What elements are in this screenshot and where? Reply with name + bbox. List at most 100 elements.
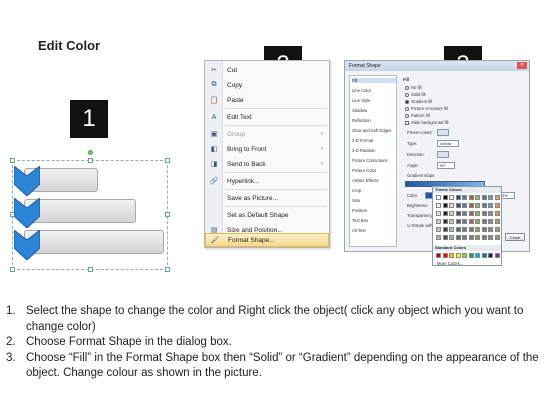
nav-item[interactable]: Size bbox=[352, 198, 360, 203]
color-swatch[interactable] bbox=[468, 211, 474, 216]
color-swatch[interactable] bbox=[475, 227, 480, 232]
rotate-handle[interactable] bbox=[88, 150, 93, 155]
angle-input[interactable]: 90° bbox=[437, 162, 455, 169]
color-swatch[interactable] bbox=[449, 227, 454, 232]
color-swatch[interactable] bbox=[455, 203, 461, 208]
more-colors-link[interactable]: More Colors... bbox=[437, 261, 463, 266]
menu-item-copy[interactable]: ⧉ Copy bbox=[205, 78, 329, 92]
color-swatch[interactable] bbox=[462, 219, 467, 224]
color-swatch[interactable] bbox=[449, 235, 454, 240]
color-swatch[interactable] bbox=[481, 219, 487, 224]
nav-item[interactable]: Artistic Effects bbox=[352, 178, 378, 183]
color-swatch[interactable] bbox=[442, 195, 448, 200]
color-swatch[interactable] bbox=[462, 253, 467, 258]
color-swatch[interactable] bbox=[475, 211, 480, 216]
color-swatch[interactable] bbox=[494, 219, 500, 224]
color-swatch[interactable] bbox=[488, 219, 493, 224]
color-swatch[interactable] bbox=[488, 227, 493, 232]
fill-option-picture[interactable]: Picture or texture fill bbox=[405, 106, 448, 111]
color-swatch[interactable] bbox=[436, 235, 441, 240]
menu-item-send-to-back[interactable]: ◨ Send to Back › bbox=[205, 157, 329, 171]
resize-handle[interactable] bbox=[88, 158, 93, 163]
close-button[interactable]: Close bbox=[505, 233, 525, 241]
menu-item-format-shape[interactable]: 🖌 Format Shape... bbox=[205, 233, 329, 247]
nav-item[interactable]: Line Style bbox=[352, 98, 370, 103]
color-swatch[interactable] bbox=[475, 195, 480, 200]
color-swatch[interactable] bbox=[455, 195, 461, 200]
menu-item-paste[interactable]: 📋 Paste bbox=[205, 93, 329, 107]
resize-handle[interactable] bbox=[10, 158, 15, 163]
nav-item[interactable]: 3-D Rotation bbox=[352, 148, 376, 153]
color-swatch[interactable] bbox=[442, 211, 448, 216]
color-swatch[interactable] bbox=[449, 219, 454, 224]
chevron-arrow-2[interactable] bbox=[14, 198, 40, 228]
color-swatch[interactable] bbox=[455, 211, 461, 216]
color-swatch[interactable] bbox=[436, 211, 441, 216]
nav-item[interactable]: Line Color bbox=[352, 88, 371, 93]
color-swatch[interactable] bbox=[462, 203, 467, 208]
color-swatch[interactable] bbox=[436, 227, 441, 232]
color-swatch[interactable] bbox=[475, 203, 480, 208]
color-swatch[interactable] bbox=[468, 235, 474, 240]
color-swatch[interactable] bbox=[494, 227, 500, 232]
color-swatch[interactable] bbox=[436, 253, 441, 258]
color-swatch[interactable] bbox=[481, 227, 487, 232]
color-swatch[interactable] bbox=[468, 203, 474, 208]
color-swatch[interactable] bbox=[481, 235, 487, 240]
resize-handle[interactable] bbox=[165, 267, 170, 272]
color-swatch[interactable] bbox=[442, 219, 448, 224]
type-dropdown[interactable]: Linear bbox=[437, 140, 459, 147]
close-icon[interactable]: ✕ bbox=[517, 62, 527, 69]
bar-shape-2[interactable] bbox=[24, 199, 136, 223]
nav-item[interactable]: Picture Color bbox=[352, 168, 376, 173]
color-swatch[interactable] bbox=[488, 235, 493, 240]
fill-option-slide-bg[interactable]: Slide background fill bbox=[405, 120, 448, 125]
color-swatch[interactable] bbox=[436, 203, 441, 208]
nav-item[interactable]: Crop bbox=[352, 188, 361, 193]
nav-item[interactable]: 3-D Format bbox=[352, 138, 373, 143]
color-swatch[interactable] bbox=[468, 195, 474, 200]
color-swatch[interactable] bbox=[475, 235, 480, 240]
color-swatch[interactable] bbox=[449, 203, 454, 208]
color-swatch[interactable] bbox=[436, 195, 441, 200]
bar-shape-3[interactable] bbox=[24, 230, 164, 254]
color-swatch[interactable] bbox=[455, 219, 461, 224]
color-swatch[interactable] bbox=[442, 253, 448, 258]
color-swatch[interactable] bbox=[494, 195, 500, 200]
resize-handle[interactable] bbox=[165, 158, 170, 163]
menu-item-set-default-shape[interactable]: Set as Default Shape bbox=[205, 208, 329, 222]
color-swatch[interactable] bbox=[449, 253, 454, 258]
resize-handle[interactable] bbox=[88, 267, 93, 272]
color-swatch[interactable] bbox=[455, 227, 461, 232]
color-swatch[interactable] bbox=[488, 195, 493, 200]
color-swatch[interactable] bbox=[481, 253, 487, 258]
color-swatch[interactable] bbox=[462, 227, 467, 232]
color-swatch[interactable] bbox=[494, 235, 500, 240]
color-swatch[interactable] bbox=[494, 211, 500, 216]
direction-dropdown[interactable] bbox=[437, 151, 449, 158]
resize-handle[interactable] bbox=[165, 212, 170, 217]
fill-option-gradient[interactable]: Gradient fill bbox=[405, 99, 432, 104]
color-swatch[interactable] bbox=[442, 203, 448, 208]
menu-item-cut[interactable]: ✂ Cut bbox=[205, 63, 329, 77]
color-swatch[interactable] bbox=[436, 219, 441, 224]
color-swatch[interactable] bbox=[449, 211, 454, 216]
resize-handle[interactable] bbox=[10, 267, 15, 272]
menu-item-bring-to-front[interactable]: ◧ Bring to Front › bbox=[205, 142, 329, 156]
preset-colors-dropdown[interactable] bbox=[437, 129, 449, 136]
chevron-arrow-1[interactable] bbox=[14, 166, 40, 196]
nav-item[interactable]: Shadow bbox=[352, 108, 367, 113]
color-swatch[interactable] bbox=[442, 235, 448, 240]
color-swatch[interactable] bbox=[488, 253, 493, 258]
color-swatch[interactable] bbox=[481, 211, 487, 216]
color-swatch[interactable] bbox=[462, 195, 467, 200]
color-swatch[interactable] bbox=[462, 211, 467, 216]
nav-item-fill[interactable]: Fill bbox=[352, 78, 396, 83]
nav-item[interactable]: Glow and Soft Edges bbox=[352, 128, 391, 133]
menu-item-edit-text[interactable]: A Edit Text bbox=[205, 110, 329, 124]
color-swatch[interactable] bbox=[494, 203, 500, 208]
nav-item[interactable]: Alt Text bbox=[352, 228, 366, 233]
color-swatch[interactable] bbox=[455, 235, 461, 240]
color-swatch[interactable] bbox=[468, 227, 474, 232]
color-swatch[interactable] bbox=[475, 219, 480, 224]
